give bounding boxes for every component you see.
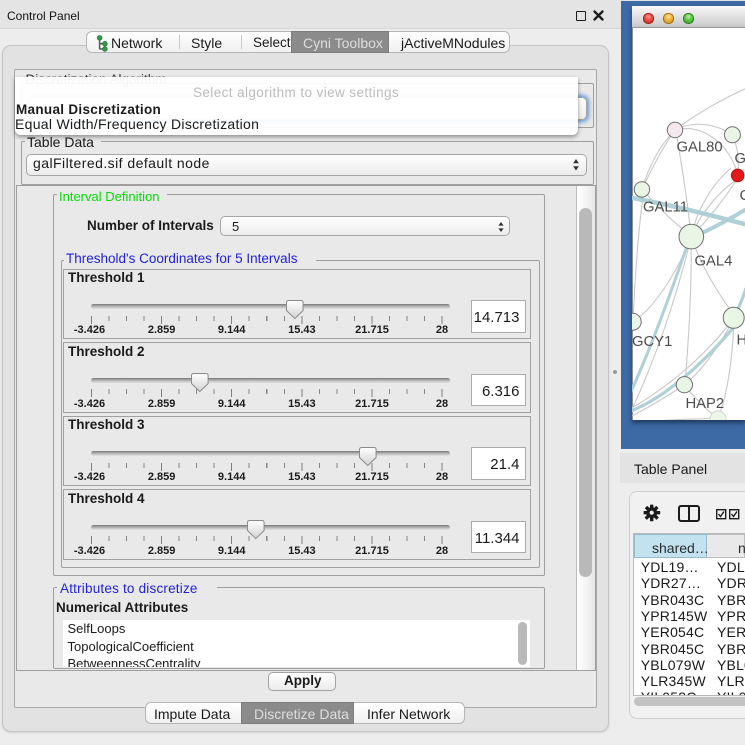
svg-text:GAL80: GAL80 (677, 140, 723, 156)
svg-text:GA: GA (735, 151, 745, 167)
svg-text:GCY1: GCY1 (632, 334, 672, 350)
svg-text:GAL11: GAL11 (643, 200, 688, 216)
svg-text:H: H (737, 333, 745, 349)
svg-text:GAL4: GAL4 (695, 254, 733, 270)
svg-text:C: C (740, 188, 745, 204)
svg-text:HAP2: HAP2 (686, 396, 725, 412)
